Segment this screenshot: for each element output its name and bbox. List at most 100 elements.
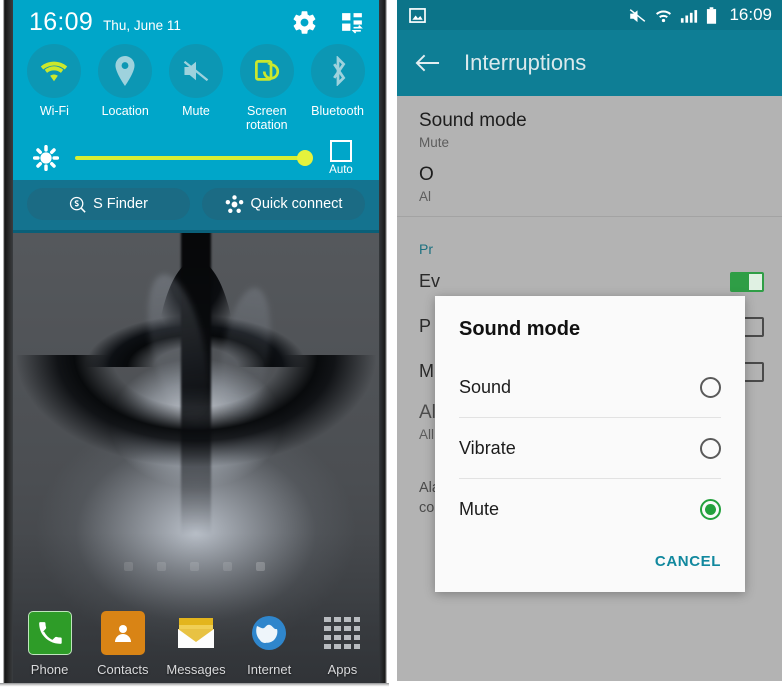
left-phone-screen: Phone Contacts Messages Internet Apps 16…	[0, 0, 389, 689]
toggle-circle	[239, 44, 294, 98]
toggle-label: Location	[101, 104, 149, 118]
page-dot[interactable]	[223, 562, 232, 571]
home-page-indicator	[0, 562, 389, 571]
radio-button-sound[interactable]	[700, 376, 721, 398]
toggle-circle	[27, 44, 82, 98]
toggle-label: Bluetooth	[311, 104, 364, 118]
radio-button-vibrate[interactable]	[700, 437, 721, 459]
quick-connect-icon	[225, 194, 243, 213]
dialog-option-label: Mute	[459, 498, 500, 519]
dock-label: Contacts	[97, 662, 149, 677]
dock-label: Messages	[166, 662, 226, 677]
s-finder-icon	[69, 196, 86, 213]
quick-settings-edit-icon[interactable]	[340, 10, 365, 35]
quick-settings-panel: 16:09 Thu, June 11 Wi-Fi Location Mute S…	[13, 0, 379, 233]
back-arrow-icon[interactable]	[415, 53, 440, 73]
radio-button-mute-selected[interactable]	[700, 498, 721, 520]
dialog-option-sound[interactable]: Sound	[435, 357, 745, 417]
dialog-title: Sound mode	[459, 318, 581, 340]
battery-icon	[707, 6, 717, 24]
s-finder-label: S Finder	[93, 196, 148, 212]
setting-title: Sound mode	[419, 110, 527, 131]
s-finder-button[interactable]: S Finder	[27, 188, 190, 220]
dock-item-messages[interactable]: Messages	[159, 611, 232, 677]
dialog-option-label: Sound	[459, 376, 512, 397]
dock-item-internet[interactable]: Internet	[233, 611, 306, 677]
setting-subtitle: Mute	[419, 135, 450, 150]
brightness-row: Auto	[13, 132, 379, 180]
app-bar: Interruptions	[397, 30, 782, 96]
right-phone-screen: 16:09 Interruptions Sound mode Mute O Al…	[397, 0, 782, 689]
dialog-option-vibrate[interactable]: Vibrate	[435, 418, 745, 478]
dialog-option-mute[interactable]: Mute	[435, 479, 745, 539]
brightness-sun-icon	[31, 145, 61, 171]
device-frame-left	[0, 0, 13, 689]
dock-item-contacts[interactable]: Contacts	[86, 611, 159, 677]
settings-content: Sound mode Mute O Al Pr Ev P M All Sound…	[397, 96, 782, 689]
option-label: M	[419, 361, 434, 381]
quick-settings-statusbar: 16:09 Thu, June 11	[13, 0, 379, 44]
page-dot[interactable]	[190, 562, 199, 571]
quick-connect-button[interactable]: Quick connect	[202, 188, 365, 220]
panel-bottom-divider	[13, 230, 379, 233]
dock-item-phone[interactable]: Phone	[13, 611, 86, 677]
wifi-icon	[656, 9, 672, 22]
mute-icon	[183, 60, 209, 82]
dual-phone-screenshot: Phone Contacts Messages Internet Apps 16…	[0, 0, 782, 689]
toggle-label: Mute	[182, 104, 210, 118]
device-frame-bottom	[0, 683, 389, 689]
toggle-label-line1: Screen	[246, 104, 287, 118]
settings-gear-icon[interactable]	[291, 9, 318, 36]
right-phone-bottom-edge	[397, 681, 782, 689]
toggle-wifi[interactable]: Wi-Fi	[19, 44, 90, 132]
toggle-label-line2: rotation	[245, 118, 288, 132]
toggle-label: Wi-Fi	[39, 104, 69, 118]
dock-label: Apps	[327, 662, 358, 677]
toggle-mute[interactable]: Mute	[161, 44, 232, 132]
sound-mode-dialog: Sound mode Sound Vibrate Mute CANCEL	[435, 296, 745, 592]
toggle-circle	[98, 44, 153, 98]
status-time: 16:09	[729, 5, 772, 24]
status-bar: 16:09	[397, 0, 782, 30]
setting-row-sound-mode[interactable]: Sound mode Mute	[397, 96, 782, 160]
page-dot-home[interactable]	[256, 562, 265, 571]
panel-gap	[389, 0, 397, 689]
divider	[397, 216, 782, 217]
toggle-bluetooth[interactable]: Bluetooth	[302, 44, 373, 132]
auto-checkbox[interactable]	[330, 140, 352, 162]
brightness-slider[interactable]	[75, 150, 313, 166]
section-header-priority: Pr	[419, 241, 433, 257]
brightness-slider-knob[interactable]	[297, 150, 313, 166]
page-title: Interruptions	[464, 50, 587, 75]
cancel-button[interactable]: CANCEL	[655, 553, 721, 570]
device-frame-right	[379, 0, 389, 689]
phone-icon	[27, 611, 72, 655]
page-dot[interactable]	[124, 562, 133, 571]
screenshot-image-icon	[409, 7, 426, 23]
dock-label: Internet	[247, 662, 292, 677]
messages-icon	[174, 611, 218, 655]
quick-connect-label: Quick connect	[250, 196, 343, 212]
toggle-screen-rotation[interactable]: Screen rotation	[231, 44, 302, 132]
status-time: 16:09	[29, 7, 94, 36]
quick-settings-actions: S Finder Quick connect	[13, 180, 379, 230]
status-bar-icons: 16:09	[628, 5, 772, 25]
mute-icon	[630, 8, 646, 22]
quick-settings-toggles: Wi-Fi Location Mute Screen rotation Blue…	[13, 44, 379, 132]
home-dock: Phone Contacts Messages Internet Apps	[13, 611, 379, 677]
toggle-location[interactable]: Location	[90, 44, 161, 132]
signal-bars-icon	[681, 9, 698, 23]
brightness-auto-toggle[interactable]: Auto	[319, 140, 363, 176]
setting-row-second[interactable]: O Al	[397, 160, 782, 227]
screen-rotation-icon	[255, 59, 280, 81]
page-dot[interactable]	[157, 562, 166, 571]
toggle-switch-on[interactable]	[730, 271, 764, 292]
location-pin-icon	[115, 56, 135, 86]
wifi-icon	[41, 61, 68, 82]
setting-title: O	[419, 164, 434, 185]
setting-subtitle: Al	[419, 189, 432, 204]
dock-item-apps[interactable]: Apps	[306, 611, 379, 677]
dialog-option-label: Vibrate	[459, 437, 516, 458]
dialog-actions: CANCEL	[435, 539, 745, 592]
toggle-circle	[310, 44, 365, 98]
